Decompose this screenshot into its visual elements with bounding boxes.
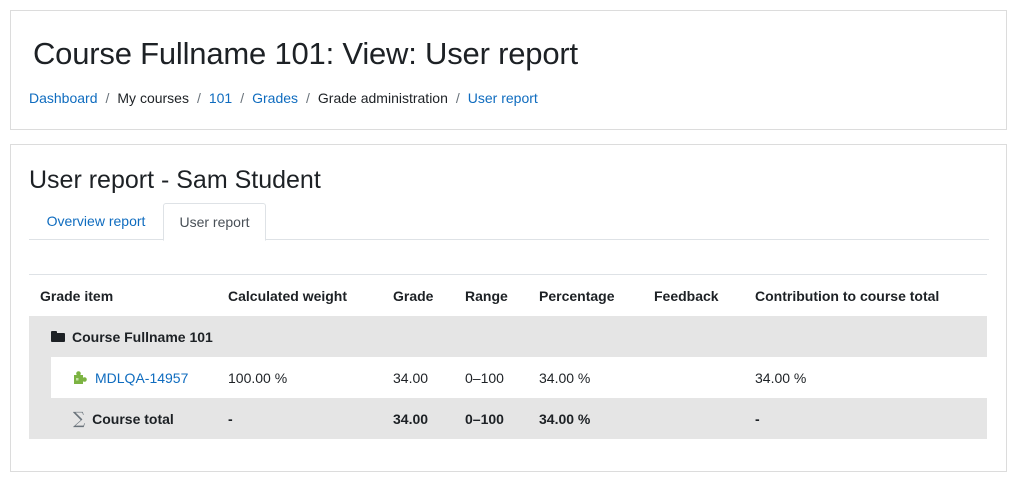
column-header-range: Range bbox=[465, 287, 508, 304]
column-header-contribution: Contribution to course total bbox=[755, 287, 940, 304]
course-total-weight: - bbox=[228, 410, 233, 427]
folder-icon bbox=[51, 331, 65, 342]
table-header-row: Grade item Calculated weight Grade Range… bbox=[29, 275, 987, 316]
grade-table: Grade item Calculated weight Grade Range… bbox=[29, 274, 987, 439]
course-total-grade: 34.00 bbox=[393, 410, 429, 427]
grade-item-grade: 34.00 bbox=[393, 369, 429, 386]
grade-item-weight: 100.00 % bbox=[228, 369, 288, 386]
category-name: Course Fullname 101 bbox=[72, 328, 213, 345]
breadcrumb-grades[interactable]: Grades bbox=[252, 90, 298, 106]
grade-item-link[interactable]: MDLQA-14957 bbox=[95, 370, 188, 386]
breadcrumb-dashboard[interactable]: Dashboard bbox=[29, 90, 98, 106]
course-total-contribution: - bbox=[755, 410, 760, 427]
column-header-grade-item: Grade item bbox=[40, 287, 114, 304]
grade-item-name-cell: MDLQA-14957 bbox=[73, 357, 188, 398]
breadcrumb-separator: / bbox=[240, 90, 245, 106]
breadcrumb-separator: / bbox=[306, 90, 310, 106]
report-region: User report - Sam Student Overview repor… bbox=[10, 144, 1007, 472]
column-header-feedback: Feedback bbox=[654, 287, 719, 304]
course-total-percentage: 34.00 % bbox=[539, 410, 591, 427]
report-title: User report - Sam Student bbox=[29, 166, 321, 194]
grade-item-contribution: 34.00 % bbox=[755, 369, 807, 386]
column-header-percentage: Percentage bbox=[539, 287, 615, 304]
breadcrumb-course[interactable]: 101 bbox=[209, 90, 232, 106]
breadcrumb-my-courses: My courses bbox=[117, 90, 189, 106]
page-header: Course Fullname 101: View: User report D… bbox=[10, 10, 1007, 130]
grade-item-range: 0–100 bbox=[465, 369, 504, 386]
breadcrumb-separator: / bbox=[455, 90, 460, 106]
course-total-name-cell: ∑ Course total bbox=[73, 398, 174, 439]
grade-item-row: MDLQA-14957 100.00 % 34.00 0–100 34.00 %… bbox=[29, 357, 987, 398]
report-tabs: Overview report User report bbox=[29, 203, 989, 241]
category-row: Course Fullname 101 bbox=[29, 316, 987, 357]
breadcrumb-separator: / bbox=[105, 90, 110, 106]
course-total-row: ∑ Course total - 34.00 0–100 34.00 % - bbox=[29, 398, 987, 439]
column-header-calculated-weight: Calculated weight bbox=[228, 287, 348, 304]
grade-item-percentage: 34.00 % bbox=[539, 369, 591, 386]
page-title: Course Fullname 101: View: User report bbox=[33, 36, 578, 71]
column-header-grade: Grade bbox=[393, 287, 434, 304]
course-total-range: 0–100 bbox=[465, 410, 504, 427]
course-total-label: Course total bbox=[92, 410, 174, 427]
breadcrumb-grade-administration: Grade administration bbox=[317, 90, 448, 106]
category-name-cell: Course Fullname 101 bbox=[51, 316, 213, 357]
breadcrumb-user-report[interactable]: User report bbox=[468, 90, 538, 106]
puzzle-piece-icon bbox=[73, 370, 88, 385]
sigma-icon: ∑ bbox=[73, 408, 86, 429]
breadcrumb-separator: / bbox=[196, 90, 201, 106]
tab-overview-report[interactable]: Overview report bbox=[29, 203, 163, 240]
breadcrumb: Dashboard / My courses / 101 / Grades / … bbox=[29, 90, 538, 106]
tab-user-report[interactable]: User report bbox=[163, 203, 266, 241]
